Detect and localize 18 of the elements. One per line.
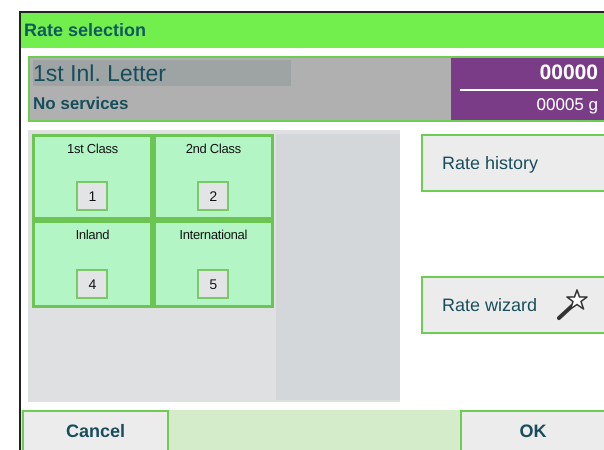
key-number: 4 [76,269,108,299]
rate-tile[interactable]: 1st Class 1 [32,134,153,220]
rate-tile[interactable]: Inland 4 [32,220,153,308]
key-number: 1 [76,181,108,211]
key-number: 2 [197,181,230,211]
weight-reading: 00005 g [536,94,598,116]
postage-amount: 00000 [540,60,598,86]
rate-tile[interactable]: International 5 [152,220,274,308]
ok-button[interactable]: OK [460,410,604,450]
services-label: No services [33,93,130,115]
rate-history-button[interactable]: Rate history [421,134,604,192]
cancel-button[interactable]: Cancel [22,410,169,450]
key-number: 5 [197,269,230,299]
rate-tile[interactable]: 2nd Class 2 [152,134,274,220]
window-title: Rate selection [24,19,146,42]
rate-name: 1st Inl. Letter [33,60,291,86]
magic-wand-icon [555,288,590,322]
rate-wizard-button[interactable]: Rate wizard [421,276,604,334]
